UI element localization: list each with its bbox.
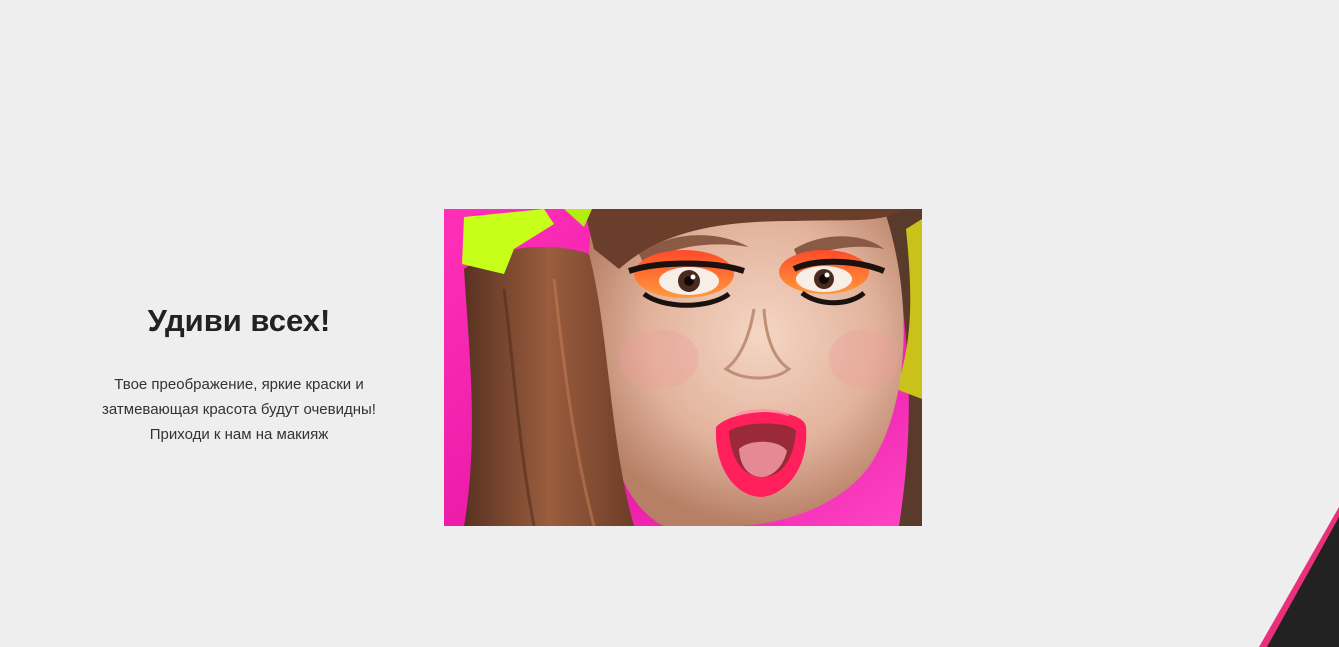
promo-description-line: Твое преображение, яркие краски и (114, 376, 364, 393)
promo-headline: Удиви всех! (147, 303, 331, 338)
promo-description-line: затмевающая красота будут очевидны! (102, 401, 376, 418)
corner-decoration (1259, 507, 1339, 647)
promo-description: Твое преображение, яркие краски и затмев… (84, 372, 394, 447)
promo-section: Удиви всех! Твое преображение, яркие кра… (0, 0, 1339, 647)
promo-text-block: Удиви всех! Твое преображение, яркие кра… (84, 300, 394, 447)
makeup-photo (444, 209, 922, 526)
promo-description-line: Приходи к нам на макияж (149, 426, 329, 443)
